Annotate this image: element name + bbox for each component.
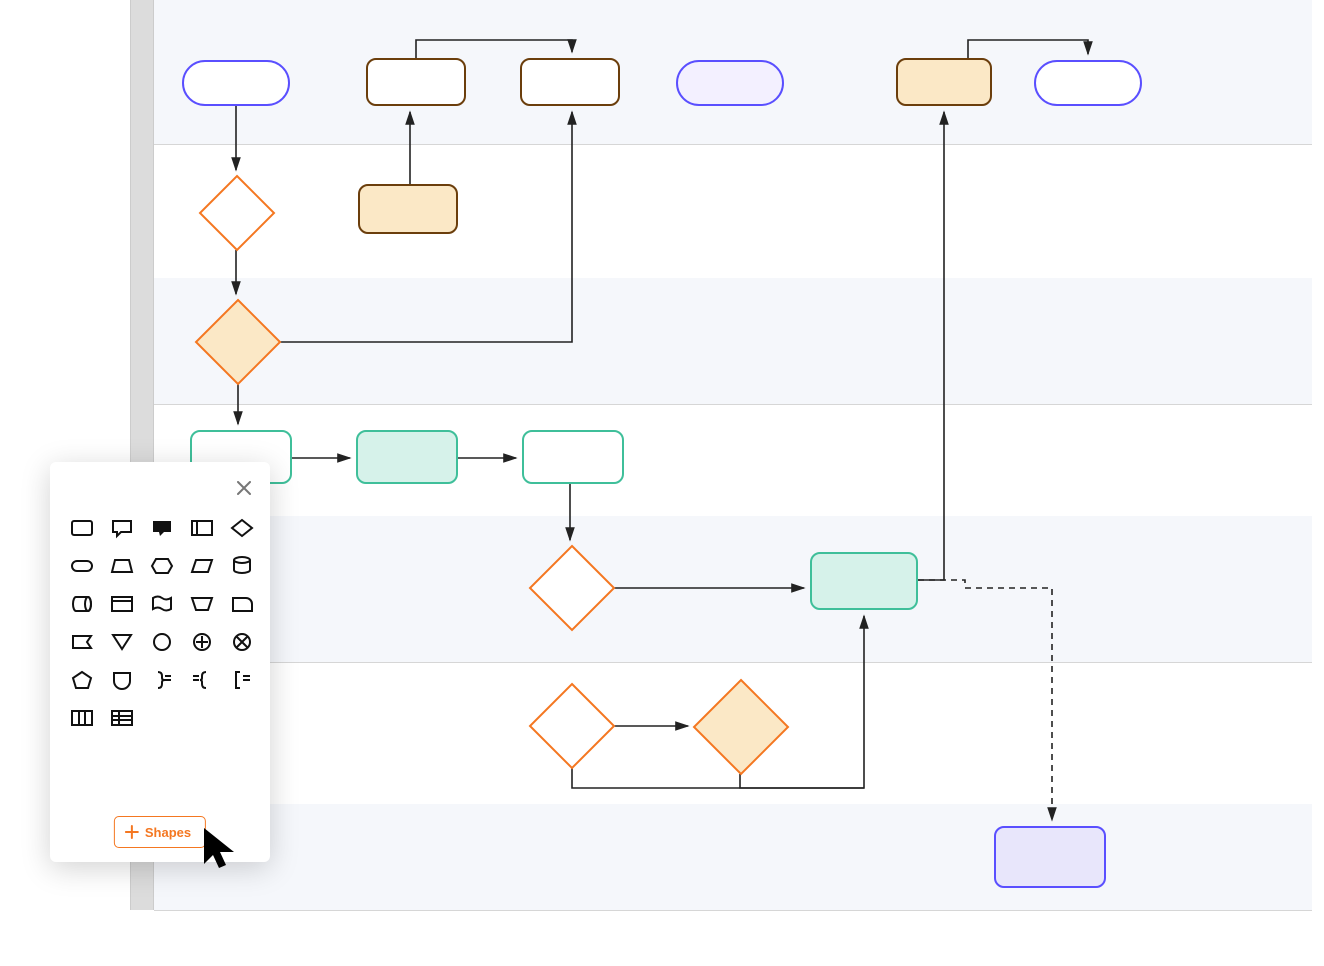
connector[interactable] [918,580,1052,820]
shape-flag-icon[interactable] [146,590,178,618]
connector[interactable] [968,40,1088,58]
flow-node[interactable] [366,58,466,106]
decision-diamond[interactable] [530,546,614,630]
add-shapes-button[interactable]: Shapes [114,816,206,848]
decision-diamond[interactable] [200,176,274,250]
decision-diamond[interactable] [196,300,280,384]
shape-shield-icon[interactable] [106,666,138,694]
shape-speech-bubble-icon[interactable] [146,514,178,542]
connector[interactable] [918,112,944,580]
shape-rectangle-striped-icon[interactable] [186,514,218,542]
shape-callout-icon[interactable] [106,514,138,542]
shape-wedge-icon[interactable] [66,628,98,656]
decision-diamond[interactable] [694,680,788,774]
shape-tab-icon[interactable] [226,590,258,618]
flow-node[interactable] [358,184,458,234]
shape-trapezoid-icon[interactable] [106,552,138,580]
shape-circle-slash-icon[interactable] [226,628,258,656]
shape-trapezoid-alt-icon[interactable] [186,590,218,618]
shape-cylinder-icon[interactable] [226,552,258,580]
shape-bracket-left-icon[interactable] [226,666,258,694]
shape-brace-pair-icon[interactable] [186,666,218,694]
shape-circle-plus-icon[interactable] [186,628,218,656]
connector[interactable] [572,768,864,788]
shape-triangle-down-icon[interactable] [106,628,138,656]
flow-node[interactable] [1034,60,1142,106]
shape-diamond-icon[interactable] [226,514,258,542]
shape-circle-icon[interactable] [146,628,178,656]
shape-rectangle-icon[interactable] [66,514,98,542]
flow-node[interactable] [522,430,624,484]
add-shapes-label: Shapes [145,825,191,840]
shape-cylinder-side-icon[interactable] [66,590,98,618]
connector[interactable] [416,40,572,58]
flow-node[interactable] [994,826,1106,888]
flow-node[interactable] [356,430,458,484]
flow-node[interactable] [676,60,784,106]
shape-table-cols-icon[interactable] [66,704,98,732]
shape-hexagon-icon[interactable] [146,552,178,580]
flow-node[interactable] [520,58,620,106]
shape-browser-icon[interactable] [106,590,138,618]
shape-table-rows-icon[interactable] [106,704,138,732]
flow-node[interactable] [896,58,992,106]
close-icon[interactable] [232,476,256,500]
shapes-panel: Shapes [50,462,270,862]
decision-diamond[interactable] [530,684,614,768]
shape-brace-right-icon[interactable] [146,666,178,694]
shape-pentagon-icon[interactable] [66,666,98,694]
shape-parallelogram-icon[interactable] [186,552,218,580]
flow-node[interactable] [182,60,290,106]
flow-node[interactable] [810,552,918,610]
shape-pill-icon[interactable] [66,552,98,580]
plus-icon [125,825,139,839]
